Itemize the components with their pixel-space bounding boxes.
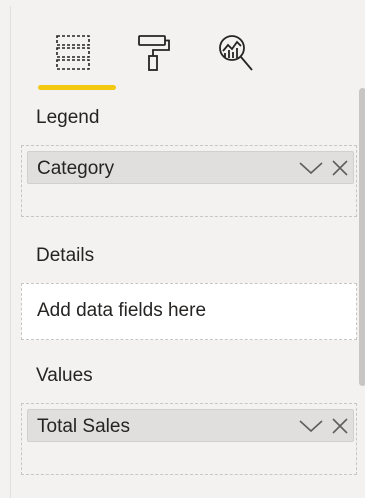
details-placeholder: Add data fields here [37,300,207,321]
active-tab-indicator [38,85,116,90]
legend-well[interactable]: Category [21,145,357,217]
scrollbar[interactable] [359,88,365,386]
fields-panel: Legend Category Details Add data fields … [10,6,365,498]
close-icon[interactable] [331,417,349,435]
analytics-magnifier-icon[interactable] [216,32,253,72]
chevron-down-icon[interactable] [298,160,324,176]
chevron-down-icon[interactable] [298,418,324,434]
values-label: Values [36,365,93,386]
close-icon[interactable] [331,159,349,177]
values-field-label: Total Sales [37,416,130,437]
legend-label: Legend [36,107,100,128]
legend-field-pill[interactable]: Category [27,151,354,184]
values-well[interactable]: Total Sales [21,403,357,475]
paint-roller-icon[interactable] [136,32,172,72]
visualizations-pane: Legend Category Details Add data fields … [0,0,365,498]
fields-icon[interactable] [55,32,91,72]
pane-tabs [11,6,365,92]
details-label: Details [36,245,95,266]
values-field-pill[interactable]: Total Sales [27,409,354,442]
legend-field-label: Category [37,158,115,179]
details-well[interactable]: Add data fields here [21,283,357,340]
